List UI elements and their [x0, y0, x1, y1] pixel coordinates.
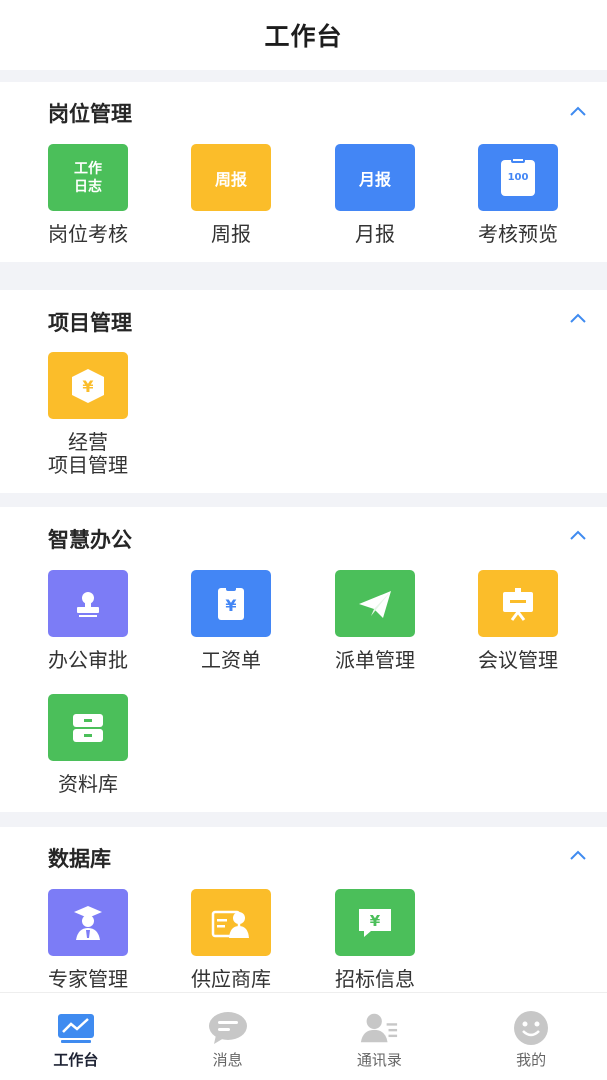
- section-title: 数据库: [48, 847, 111, 871]
- grid-item-supplier-library[interactable]: 供应商库: [161, 889, 301, 991]
- tile-text: 月报: [358, 169, 391, 189]
- tab-contacts[interactable]: 通讯录: [304, 993, 456, 1080]
- item-label: 办公审批: [48, 648, 128, 672]
- tab-label: 我的: [516, 1051, 547, 1069]
- tab-workbench[interactable]: 工作台: [0, 993, 152, 1080]
- section-smart-office: 智慧办公 办公审批 ¥ 工资单 派单管理 会议管理 资料库: [0, 507, 607, 812]
- tab-label: 消息: [212, 1051, 243, 1069]
- work-log-icon: 工作 日志: [48, 144, 128, 211]
- tile-text: ¥: [370, 912, 381, 930]
- dashboard-chart-icon: [56, 1011, 96, 1045]
- grid-item-business-project-management[interactable]: ¥ 经营 项目管理: [18, 352, 158, 477]
- tile-text: 周报: [214, 169, 247, 189]
- chevron-up-icon[interactable]: [569, 849, 587, 861]
- money-box-icon: ¥: [48, 352, 128, 419]
- section-post-management: 岗位管理 工作 日志 岗位考核 周报 周报 月报 月报 100 考核预览: [0, 82, 607, 262]
- section-title: 智慧办公: [48, 528, 132, 552]
- tab-messages[interactable]: 消息: [152, 993, 304, 1080]
- weekly-report-icon: 周报: [191, 144, 271, 211]
- chevron-up-icon[interactable]: [569, 105, 587, 117]
- monthly-report-icon: 月报: [335, 144, 415, 211]
- stamp-icon: [48, 570, 128, 637]
- chevron-up-icon[interactable]: [569, 312, 587, 324]
- tab-label: 通讯录: [356, 1051, 402, 1069]
- tile-text: 工作: [74, 160, 102, 177]
- grid-item-assessment-preview[interactable]: 100 考核预览: [448, 144, 588, 246]
- supplier-card-icon: [191, 889, 271, 956]
- grid-item-payslip[interactable]: ¥ 工资单: [161, 570, 301, 672]
- section-project-management: 项目管理 ¥ 经营 项目管理: [0, 290, 607, 493]
- chevron-up-icon[interactable]: [569, 529, 587, 541]
- tab-label: 工作台: [53, 1051, 99, 1069]
- grid-item-bidding-info[interactable]: ¥ 招标信息: [305, 889, 445, 991]
- item-label: 会议管理: [478, 648, 558, 672]
- grid-item-document-library[interactable]: 资料库: [18, 694, 158, 796]
- section-title: 岗位管理: [48, 102, 132, 126]
- paper-plane-icon: [335, 570, 415, 637]
- presentation-board-icon: [478, 570, 558, 637]
- header: 工作台: [0, 0, 607, 70]
- grid-item-meeting-management[interactable]: 会议管理: [448, 570, 588, 672]
- payslip-icon: ¥: [191, 570, 271, 637]
- tab-mine[interactable]: 我的: [455, 993, 607, 1080]
- contacts-icon: [359, 1011, 399, 1045]
- item-label: 工资单: [201, 648, 261, 672]
- tile-text: ¥: [82, 377, 93, 396]
- grid-item-dispatch-management[interactable]: 派单管理: [305, 570, 445, 672]
- grid-item-office-approval[interactable]: 办公审批: [18, 570, 158, 672]
- item-label: 岗位考核: [48, 222, 128, 246]
- item-label-line: 经营: [68, 430, 108, 454]
- workbench-content: 岗位管理 工作 日志 岗位考核 周报 周报 月报 月报 100 考核预览 项目管…: [0, 70, 607, 992]
- section-database: 数据库 专家管理 供应商库 ¥ 招标信息: [0, 827, 607, 992]
- page-title: 工作台: [264, 22, 343, 51]
- item-label: 供应商库: [191, 967, 271, 991]
- grid-item-expert-management[interactable]: 专家管理: [18, 889, 158, 991]
- item-label: 资料库: [58, 772, 118, 796]
- tile-text: ¥: [225, 596, 236, 615]
- item-label: 月报: [355, 222, 395, 246]
- tile-text: 100: [507, 172, 529, 183]
- expert-icon: [48, 889, 128, 956]
- section-title: 项目管理: [48, 311, 132, 335]
- item-label: 招标信息: [335, 967, 415, 991]
- item-label: 派单管理: [335, 648, 415, 672]
- item-label: 考核预览: [478, 222, 558, 246]
- bid-message-icon: ¥: [335, 889, 415, 956]
- smiley-face-icon: [511, 1011, 551, 1045]
- grid-item-post-assessment[interactable]: 工作 日志 岗位考核: [18, 144, 158, 246]
- message-bubble-icon: [208, 1011, 248, 1045]
- tile-text: 日志: [74, 178, 102, 195]
- grid-item-monthly-report[interactable]: 月报 月报: [305, 144, 445, 246]
- score-board-icon: 100: [478, 144, 558, 211]
- item-label: 经营 项目管理: [48, 431, 128, 477]
- item-label-line: 项目管理: [48, 453, 128, 477]
- bottom-tab-bar: 工作台 消息 通讯录 我的: [0, 992, 607, 1080]
- item-label: 周报: [211, 222, 251, 246]
- grid-item-weekly-report[interactable]: 周报 周报: [161, 144, 301, 246]
- item-label: 专家管理: [48, 967, 128, 991]
- file-cabinet-icon: [48, 694, 128, 761]
